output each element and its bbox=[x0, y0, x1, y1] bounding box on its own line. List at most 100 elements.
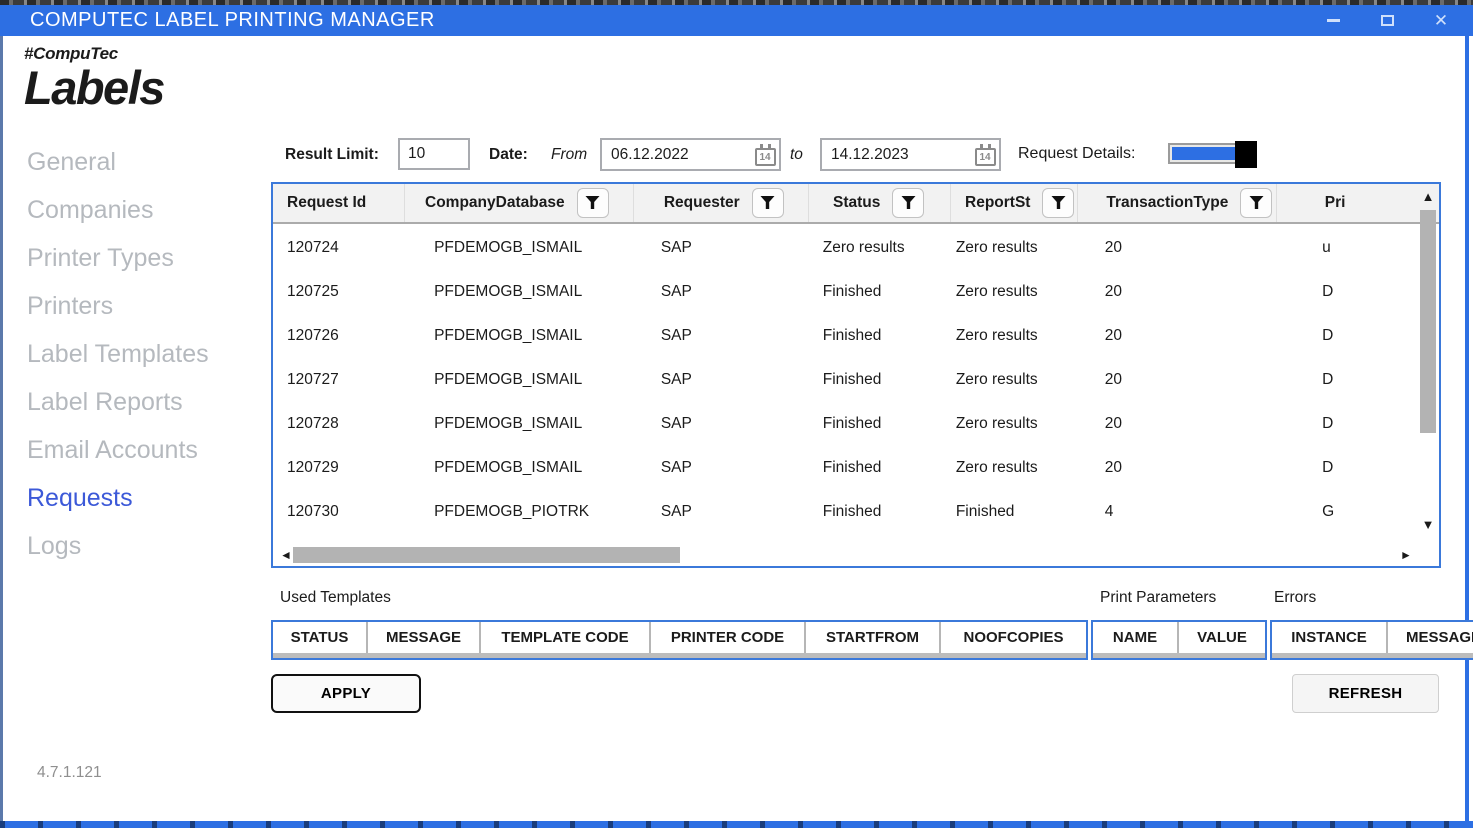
apply-button[interactable]: APPLY bbox=[271, 674, 421, 713]
column-header-instance[interactable]: INSTANCE bbox=[1272, 622, 1388, 653]
request-details-slider[interactable] bbox=[1168, 143, 1252, 164]
filter-icon[interactable] bbox=[1042, 188, 1074, 218]
filter-icon[interactable] bbox=[892, 188, 924, 218]
requests-table-header: Request Id CompanyDatabase Requester Sta… bbox=[273, 184, 1439, 224]
calendar-picker-button[interactable]: 14 bbox=[751, 141, 779, 168]
app-logo: #CompuTec Labels bbox=[24, 44, 164, 112]
scroll-right-icon[interactable]: ► bbox=[1399, 548, 1413, 562]
table-row[interactable]: 120725 PFDEMOGB_ISMAIL SAP Finished Zero… bbox=[273, 270, 1419, 314]
sidebar-item-printers[interactable]: Printers bbox=[27, 282, 257, 330]
filter-icon[interactable] bbox=[1240, 188, 1272, 218]
sidebar-item-logs[interactable]: Logs bbox=[27, 522, 257, 570]
horizontal-scroll-thumb[interactable] bbox=[293, 547, 680, 563]
column-header-status[interactable]: Status bbox=[809, 184, 951, 222]
scroll-left-icon[interactable]: ◄ bbox=[279, 548, 293, 562]
cell-status: Finished bbox=[799, 503, 938, 521]
result-limit-input[interactable] bbox=[398, 138, 470, 170]
column-header-label: Request Id bbox=[287, 194, 366, 212]
used-templates-header: STATUS MESSAGE TEMPLATE CODE PRINTER COD… bbox=[273, 622, 1086, 653]
cell-request-id: 120724 bbox=[273, 239, 402, 257]
sidebar-item-label-templates[interactable]: Label Templates bbox=[27, 330, 257, 378]
cell-companydatabase: PFDEMOGB_ISMAIL bbox=[402, 371, 627, 389]
vertical-scroll-track[interactable] bbox=[1420, 206, 1436, 516]
column-header-value[interactable]: VALUE bbox=[1179, 622, 1265, 653]
sidebar-item-general[interactable]: General bbox=[27, 138, 257, 186]
column-header-pri[interactable]: Pri bbox=[1277, 184, 1439, 222]
table-row[interactable]: 120729 PFDEMOGB_ISMAIL SAP Finished Zero… bbox=[273, 446, 1419, 490]
cell-request-id: 120730 bbox=[273, 503, 402, 521]
table-row[interactable]: 120727 PFDEMOGB_ISMAIL SAP Finished Zero… bbox=[273, 358, 1419, 402]
column-header-name[interactable]: NAME bbox=[1093, 622, 1179, 653]
close-icon[interactable]: ✕ bbox=[1425, 8, 1457, 34]
calendar-pin-icon bbox=[988, 144, 991, 149]
scroll-down-icon[interactable]: ▼ bbox=[1420, 518, 1436, 532]
minimize-bar-icon bbox=[1327, 19, 1340, 22]
horizontal-scroll-track[interactable] bbox=[293, 547, 1399, 563]
cell-pri: D bbox=[1258, 327, 1419, 345]
cell-transactiontype: 20 bbox=[1063, 415, 1258, 433]
column-header-noofcopies[interactable]: NOOFCOPIES bbox=[941, 622, 1086, 653]
cell-pri: G bbox=[1258, 503, 1419, 521]
filter-icon[interactable] bbox=[752, 188, 784, 218]
column-header-startfrom[interactable]: STARTFROM bbox=[806, 622, 941, 653]
vertical-scrollbar[interactable]: ▲ ▼ bbox=[1420, 190, 1436, 532]
column-header-companydatabase[interactable]: CompanyDatabase bbox=[405, 184, 634, 222]
column-header-requester[interactable]: Requester bbox=[634, 184, 809, 222]
date-to-input[interactable]: 14.12.2023 14 bbox=[820, 138, 1001, 171]
cell-companydatabase: PFDEMOGB_ISMAIL bbox=[402, 327, 627, 345]
column-header-template-code[interactable]: TEMPLATE CODE bbox=[481, 622, 651, 653]
column-header-request-id[interactable]: Request Id bbox=[273, 184, 405, 222]
result-limit-label: Result Limit: bbox=[285, 146, 379, 164]
cell-reportstatus: Zero results bbox=[938, 283, 1063, 301]
sidebar: General Companies Printer Types Printers… bbox=[27, 138, 257, 570]
errors-header: INSTANCE MESSAGE bbox=[1272, 622, 1473, 653]
vertical-scroll-thumb[interactable] bbox=[1420, 210, 1436, 433]
column-header-transactiontype[interactable]: TransactionType bbox=[1078, 184, 1276, 222]
sidebar-item-requests[interactable]: Requests bbox=[27, 474, 257, 522]
close-x-glyph: ✕ bbox=[1434, 11, 1448, 31]
cell-requester: SAP bbox=[627, 371, 799, 389]
sidebar-item-email-accounts[interactable]: Email Accounts bbox=[27, 426, 257, 474]
sidebar-item-label-reports[interactable]: Label Reports bbox=[27, 378, 257, 426]
used-templates-table: STATUS MESSAGE TEMPLATE CODE PRINTER COD… bbox=[271, 620, 1088, 660]
cell-transactiontype: 20 bbox=[1063, 459, 1258, 477]
minimize-icon[interactable] bbox=[1317, 8, 1349, 34]
title-bar: COMPUTEC LABEL PRINTING MANAGER ✕ bbox=[0, 5, 1473, 36]
column-header-label: CompanyDatabase bbox=[425, 194, 565, 212]
table-row[interactable]: 120726 PFDEMOGB_ISMAIL SAP Finished Zero… bbox=[273, 314, 1419, 358]
cell-reportstatus: Zero results bbox=[938, 327, 1063, 345]
maximize-box-icon bbox=[1381, 15, 1394, 26]
refresh-button[interactable]: REFRESH bbox=[1292, 674, 1439, 713]
slider-thumb[interactable] bbox=[1235, 141, 1257, 168]
cell-pri: D bbox=[1258, 415, 1419, 433]
cell-companydatabase: PFDEMOGB_PIOTRK bbox=[402, 503, 627, 521]
version-label: 4.7.1.121 bbox=[37, 764, 102, 782]
date-from-input[interactable]: 06.12.2022 14 bbox=[600, 138, 781, 171]
column-header-reportstatus[interactable]: ReportSt bbox=[951, 184, 1078, 222]
scroll-up-icon[interactable]: ▲ bbox=[1420, 190, 1436, 204]
cell-request-id: 120725 bbox=[273, 283, 402, 301]
column-header-status[interactable]: STATUS bbox=[273, 622, 368, 653]
cell-reportstatus: Zero results bbox=[938, 239, 1063, 257]
requests-table-body: 120724 PFDEMOGB_ISMAIL SAP Zero results … bbox=[273, 226, 1419, 530]
column-header-label: Pri bbox=[1325, 194, 1346, 212]
cell-requester: SAP bbox=[627, 239, 799, 257]
calendar-icon: 14 bbox=[755, 148, 776, 166]
sidebar-item-companies[interactable]: Companies bbox=[27, 186, 257, 234]
cell-transactiontype: 20 bbox=[1063, 327, 1258, 345]
horizontal-scrollbar[interactable]: ◄ ► bbox=[279, 547, 1413, 563]
column-header-label: ReportSt bbox=[965, 194, 1030, 212]
column-header-printer-code[interactable]: PRINTER CODE bbox=[651, 622, 806, 653]
maximize-icon[interactable] bbox=[1371, 8, 1403, 34]
sidebar-item-printer-types[interactable]: Printer Types bbox=[27, 234, 257, 282]
calendar-picker-button[interactable]: 14 bbox=[971, 141, 999, 168]
table-row[interactable]: 120730 PFDEMOGB_PIOTRK SAP Finished Fini… bbox=[273, 490, 1419, 530]
cell-requester: SAP bbox=[627, 283, 799, 301]
table-row[interactable]: 120724 PFDEMOGB_ISMAIL SAP Zero results … bbox=[273, 226, 1419, 270]
filter-icon[interactable] bbox=[577, 188, 609, 218]
date-label: Date: bbox=[489, 146, 528, 164]
column-header-message[interactable]: MESSAGE bbox=[368, 622, 481, 653]
table-row[interactable]: 120728 PFDEMOGB_ISMAIL SAP Finished Zero… bbox=[273, 402, 1419, 446]
column-header-message[interactable]: MESSAGE bbox=[1388, 622, 1473, 653]
logo-product-text: Labels bbox=[24, 64, 164, 112]
